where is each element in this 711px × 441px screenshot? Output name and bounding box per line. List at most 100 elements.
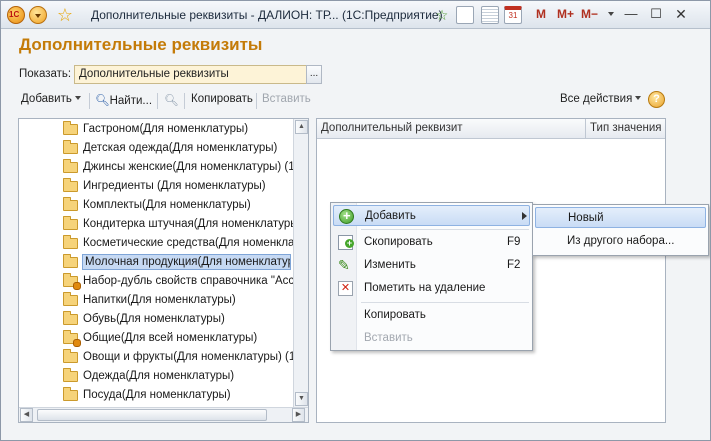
page-title: Дополнительные реквизиты <box>19 35 263 54</box>
submenu-item-from-other-set[interactable]: Из другого набора... <box>535 231 706 252</box>
tree-item[interactable]: Овощи и фрукты(Для номенклатуры) (1) <box>19 348 299 367</box>
calendar-icon[interactable]: 31 <box>504 6 522 24</box>
sets-tree[interactable]: Гастроном(Для номенклатуры) Детская одеж… <box>18 118 309 423</box>
folder-icon <box>63 121 78 135</box>
folder-icon <box>63 368 78 382</box>
favorites-star-icon[interactable]: ☆ <box>55 5 75 25</box>
tree-item[interactable]: Ингредиенты (Для номенклатуры) <box>19 177 295 196</box>
folder-icon <box>63 254 78 268</box>
toolbar: Добавить 🔍︎Найти... 🔍︎ Копировать Встави… <box>17 91 695 111</box>
cancel-search-icon[interactable]: 🔍︎ <box>164 93 179 107</box>
tree-item-label: Детская одежда(Для номенклатуры) <box>83 142 278 154</box>
tree-item[interactable]: Общие(Для всей номенклатуры) <box>19 329 295 348</box>
find-button[interactable]: 🔍︎Найти... <box>95 93 152 107</box>
scroll-down-icon[interactable]: ▼ <box>295 392 308 406</box>
menu-item-label: Скопировать <box>364 236 433 248</box>
tree-item-label: Кондитерка штучная(Для номенклатуры) <box>83 218 303 230</box>
menu-item-label: Вставить <box>364 332 413 344</box>
tree-item-selected[interactable]: Молочная продукция(Для номенклатуры) <box>19 253 295 272</box>
tree-item[interactable]: Обувь(Для номенклатуры) <box>19 310 295 329</box>
tree-item[interactable]: Косметические средства(Для номенклатуры) <box>19 234 308 253</box>
context-menu: Добавить Скопировать F9 ✎ Изменить F2 ✕ … <box>330 202 533 351</box>
pencil-icon: ✎ <box>338 257 350 273</box>
menu-item-copy-clipboard[interactable]: Копировать <box>333 305 530 326</box>
tree-item[interactable]: Напитки(Для номенклатуры) <box>19 291 295 310</box>
toolbar-divider <box>256 93 257 109</box>
tree-item[interactable]: Посуда(Для номенклатуры) <box>19 386 295 405</box>
1c-logo-icon[interactable] <box>7 6 25 24</box>
tree-item[interactable]: Набор-дубль свойств справочника "Ассо <box>19 272 301 291</box>
m-button[interactable]: M <box>536 7 546 21</box>
folder-icon <box>63 216 78 230</box>
submenu-item-new[interactable]: Новый <box>535 207 706 228</box>
column-header-attribute[interactable]: Дополнительный реквизит <box>317 119 585 139</box>
folder-icon <box>63 349 78 363</box>
find-button-label: Найти... <box>109 95 153 107</box>
bookmark-icon[interactable] <box>456 6 474 24</box>
calculator-icon[interactable] <box>481 6 499 24</box>
menu-item-add[interactable]: Добавить <box>333 205 530 226</box>
menu-item-mark-delete[interactable]: ✕ Пометить на удаление <box>333 278 530 299</box>
menu-item-label: Изменить <box>364 259 416 271</box>
submenu-item-label: Из другого набора... <box>567 235 675 247</box>
tree-item-label: Джинсы женские(Для номенклатуры) (1) <box>83 161 299 173</box>
folder-icon <box>63 311 78 325</box>
m-minus-button[interactable]: M− <box>581 7 598 21</box>
copy-icon <box>338 235 354 250</box>
folder-item-icon <box>63 273 81 290</box>
folder-icon <box>63 140 78 154</box>
tree-item-label: Набор-дубль свойств справочника "Ассо <box>83 275 301 287</box>
scroll-right-icon[interactable]: ▶ <box>292 408 305 422</box>
all-actions-label: Все действия <box>560 93 633 105</box>
help-icon[interactable]: ? <box>648 91 665 108</box>
select-button[interactable]: ... <box>306 65 322 84</box>
add-favorite-icon[interactable]: ☆ <box>433 6 451 24</box>
maximize-button[interactable]: ☐ <box>646 6 666 22</box>
window-title: Дополнительные реквизиты - ДАЛИОН: ТР...… <box>91 8 443 22</box>
tree-item-label: Ингредиенты (Для номенклатуры) <box>83 180 266 192</box>
delete-mark-icon: ✕ <box>338 281 353 296</box>
tree-item-label: Овощи и фрукты(Для номенклатуры) (1) <box>83 351 300 363</box>
folder-icon <box>63 292 78 306</box>
menu-item-copy[interactable]: Скопировать F9 <box>333 232 530 253</box>
copy-button[interactable]: Копировать <box>191 93 253 105</box>
tree-item[interactable]: Джинсы женские(Для номенклатуры) (1) <box>19 158 299 177</box>
paste-button[interactable]: Вставить <box>262 93 311 105</box>
add-button[interactable]: Добавить <box>21 93 81 105</box>
add-submenu: Новый Из другого набора... <box>532 204 709 256</box>
tree-horizontal-scrollbar[interactable]: ◀ ▶ <box>19 407 308 422</box>
close-button[interactable]: ✕ <box>671 6 691 22</box>
toolbar-divider <box>184 93 185 109</box>
chevron-right-icon <box>522 212 531 220</box>
column-header-type[interactable]: Тип значения <box>586 119 665 139</box>
scroll-left-icon[interactable]: ◀ <box>20 408 33 422</box>
tree-item-label: Молочная продукция(Для номенклатуры) <box>82 254 291 270</box>
menu-divider <box>361 229 529 230</box>
tree-vertical-scrollbar[interactable]: ▲ ▼ <box>293 119 308 408</box>
tree-item-label: Комплекты(Для номенклатуры) <box>83 199 251 211</box>
scroll-up-icon[interactable]: ▲ <box>295 120 308 134</box>
scroll-thumb[interactable] <box>37 409 267 421</box>
tree-item-label: Напитки(Для номенклатуры) <box>83 294 236 306</box>
show-field[interactable]: Дополнительные реквизиты <box>74 65 307 84</box>
main-menu-icon[interactable] <box>29 6 47 24</box>
tree-item-label: Одежда(Для номенклатуры) <box>83 370 235 382</box>
app-window: ☆ Дополнительные реквизиты - ДАЛИОН: ТР.… <box>0 0 711 441</box>
all-actions-button[interactable]: Все действия <box>560 93 642 105</box>
add-icon <box>339 208 354 224</box>
chevron-down-icon[interactable] <box>608 12 614 19</box>
menu-item-edit[interactable]: ✎ Изменить F2 <box>333 255 530 276</box>
tree-item[interactable]: Комплекты(Для номенклатуры) <box>19 196 295 215</box>
chevron-down-icon <box>635 96 642 103</box>
chevron-down-icon <box>74 96 81 103</box>
add-button-label: Добавить <box>21 93 72 105</box>
folder-icon <box>63 159 78 173</box>
menu-item-paste[interactable]: Вставить <box>333 328 530 349</box>
minimize-button[interactable]: — <box>621 6 641 22</box>
tree-item[interactable]: Одежда(Для номенклатуры) <box>19 367 295 386</box>
tree-item[interactable]: Детская одежда(Для номенклатуры) <box>19 139 295 158</box>
m-plus-button[interactable]: M+ <box>557 7 574 21</box>
tree-item[interactable]: Кондитерка штучная(Для номенклатуры) <box>19 215 302 234</box>
tree-item[interactable]: Гастроном(Для номенклатуры) <box>19 120 295 139</box>
search-icon: 🔍︎ <box>95 95 110 107</box>
